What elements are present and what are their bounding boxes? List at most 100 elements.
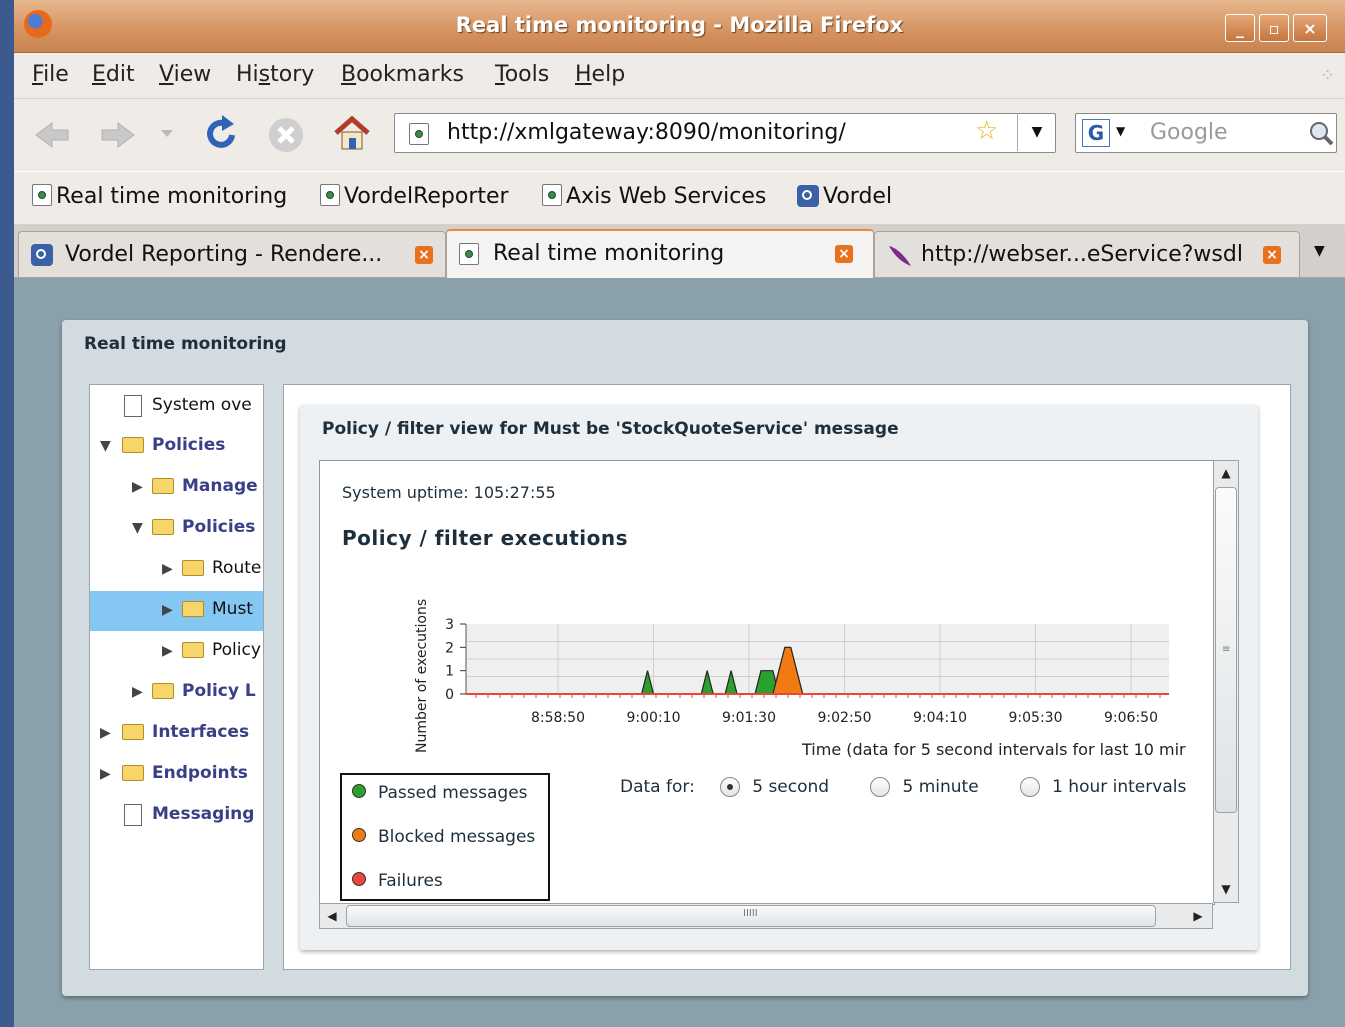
- bookmark-label: Real time monitoring: [56, 184, 288, 209]
- scroll-right-icon[interactable]: ▶: [1186, 904, 1210, 928]
- menu-help[interactable]: Help: [575, 62, 625, 87]
- collapsed-arrow-icon[interactable]: ▶: [162, 643, 173, 659]
- window-titlebar[interactable]: Real time monitoring - Mozilla Firefox _…: [14, 0, 1345, 53]
- document-icon: [124, 804, 142, 826]
- site-identity-icon[interactable]: [409, 123, 429, 145]
- x-tick-label: 9:05:30: [1009, 710, 1063, 726]
- tree-item-must[interactable]: ▶ Must: [90, 591, 263, 631]
- menu-bookmarks[interactable]: Bookmarks: [341, 62, 464, 87]
- menu-tools[interactable]: Tools: [495, 62, 549, 87]
- close-tab-icon[interactable]: ×: [835, 245, 853, 263]
- x-tick-label: 9:04:10: [913, 710, 967, 726]
- tab-list-dropdown-icon[interactable]: ▼: [1314, 243, 1325, 259]
- google-engine-icon[interactable]: G: [1082, 119, 1110, 147]
- bookmark-star-icon[interactable]: ☆: [975, 116, 998, 146]
- collapsed-arrow-icon[interactable]: ▶: [100, 725, 111, 741]
- expanded-arrow-icon[interactable]: ▼: [100, 438, 111, 454]
- radio-5-minute[interactable]: [870, 777, 891, 797]
- legend-label: Passed messages: [378, 783, 528, 803]
- page-icon: [459, 243, 479, 265]
- bookmark-real-time-monitoring[interactable]: Real time monitoring: [32, 184, 287, 209]
- tree-item-label: Endpoints: [152, 763, 248, 783]
- x-tick-label: 8:58:50: [531, 710, 585, 726]
- radio-1-hour[interactable]: [1020, 777, 1041, 797]
- scroll-left-icon[interactable]: ◀: [320, 904, 344, 928]
- vertical-scroll-thumb[interactable]: ≡: [1215, 487, 1237, 813]
- radio-label[interactable]: 5 second: [752, 777, 829, 797]
- folder-icon: [182, 642, 204, 658]
- tree-item-interfaces[interactable]: ▶ Interfaces: [90, 714, 263, 754]
- tab-wsdl[interactable]: http://webser...eService?wsdl ×: [874, 231, 1300, 277]
- back-arrow-icon[interactable]: [32, 117, 72, 153]
- vertical-scrollbar[interactable]: ▲ ≡ ▼: [1213, 460, 1239, 903]
- menu-history[interactable]: History: [236, 62, 314, 87]
- url-dropdown-icon[interactable]: ▼: [1017, 113, 1056, 151]
- tree-item-route[interactable]: ▶ Route: [90, 550, 263, 590]
- x-tick-label: 9:00:10: [627, 710, 681, 726]
- window-title: Real time monitoring - Mozilla Firefox: [455, 13, 904, 37]
- red-dot-icon: [352, 872, 366, 886]
- tree-item-management[interactable]: ▶ Manage: [90, 468, 263, 508]
- tree-item-policy-library[interactable]: ▶ Policy L: [90, 673, 263, 713]
- menu-file[interactable]: File: [32, 62, 69, 87]
- page-icon: [320, 184, 340, 206]
- scroll-up-icon[interactable]: ▲: [1214, 461, 1238, 485]
- tree-item-endpoints[interactable]: ▶ Endpoints: [90, 755, 263, 795]
- engine-dropdown-icon[interactable]: ▼: [1116, 124, 1125, 138]
- tree-item-messaging[interactable]: Messaging: [90, 796, 263, 836]
- chart-legend: Passed messages Blocked messages Failure…: [340, 773, 550, 901]
- tree-item-label: Must: [212, 599, 253, 619]
- tree-item-label: Messaging: [152, 804, 255, 824]
- collapsed-arrow-icon[interactable]: ▶: [132, 684, 143, 700]
- bookmark-label: Vordel: [823, 184, 893, 209]
- forward-arrow-icon[interactable]: [98, 117, 138, 153]
- tree-item-policies-sub[interactable]: ▼ Policies: [90, 509, 263, 549]
- close-tab-icon[interactable]: ×: [1263, 246, 1281, 264]
- menu-edit[interactable]: Edit: [92, 62, 135, 87]
- tree-item-policy[interactable]: ▶ Policy: [90, 632, 263, 672]
- minimize-button[interactable]: _: [1225, 14, 1255, 42]
- chart-scroll-area[interactable]: System uptime: 105:27:55 Policy / filter…: [319, 460, 1215, 905]
- home-icon[interactable]: [332, 113, 372, 153]
- horizontal-scrollbar[interactable]: ◀ IIIII ▶: [319, 903, 1213, 929]
- data-for-label: Data for:: [620, 777, 695, 797]
- expanded-arrow-icon[interactable]: ▼: [132, 520, 143, 536]
- scroll-down-icon[interactable]: ▼: [1214, 877, 1238, 901]
- close-tab-icon[interactable]: ×: [415, 246, 433, 264]
- panel-title: Real time monitoring: [84, 334, 287, 354]
- bookmarks-toolbar: Real time monitoring VordelReporter Axis…: [14, 172, 1345, 225]
- collapsed-arrow-icon[interactable]: ▶: [100, 766, 111, 782]
- radio-label[interactable]: 5 minute: [902, 777, 978, 797]
- search-box[interactable]: G ▼ Google: [1075, 113, 1337, 153]
- menu-view[interactable]: View: [159, 62, 211, 87]
- tab-real-time-monitoring[interactable]: Real time monitoring ×: [446, 229, 874, 278]
- url-text[interactable]: http://xmlgateway:8090/monitoring/: [447, 120, 846, 145]
- close-window-button[interactable]: ×: [1293, 14, 1327, 42]
- stop-icon[interactable]: [266, 115, 306, 155]
- folder-icon: [152, 478, 174, 494]
- reload-icon[interactable]: [202, 113, 242, 155]
- search-input[interactable]: Google: [1150, 120, 1228, 145]
- maximize-button[interactable]: ▫: [1259, 14, 1289, 42]
- tree-item-policies[interactable]: ▼ Policies: [90, 427, 263, 467]
- folder-open-icon: [152, 519, 174, 535]
- radio-5-second[interactable]: [720, 777, 741, 797]
- search-icon[interactable]: [1308, 120, 1334, 146]
- bookmark-label: Axis Web Services: [566, 184, 767, 209]
- bookmark-vordel[interactable]: Vordel: [797, 184, 892, 209]
- y-tick-label: 3: [445, 617, 454, 633]
- horizontal-scroll-thumb[interactable]: IIIII: [346, 905, 1156, 927]
- tree-item-system-overview[interactable]: System ove: [90, 387, 263, 427]
- collapsed-arrow-icon[interactable]: ▶: [162, 561, 173, 577]
- tab-vordel-reporting[interactable]: Vordel Reporting - Rendere... ×: [18, 231, 446, 277]
- orange-dot-icon: [352, 828, 366, 842]
- collapsed-arrow-icon[interactable]: ▶: [162, 602, 173, 618]
- bookmark-axis-web-services[interactable]: Axis Web Services: [542, 184, 766, 209]
- radio-label[interactable]: 1 hour intervals: [1052, 777, 1186, 797]
- document-icon: [124, 395, 142, 417]
- collapsed-arrow-icon[interactable]: ▶: [132, 479, 143, 495]
- bookmark-vordelreporter[interactable]: VordelReporter: [320, 184, 509, 209]
- history-dropdown-icon[interactable]: [160, 127, 174, 141]
- tab-label: Real time monitoring: [493, 241, 725, 266]
- url-bar[interactable]: http://xmlgateway:8090/monitoring/ ☆ ▼: [394, 113, 1056, 153]
